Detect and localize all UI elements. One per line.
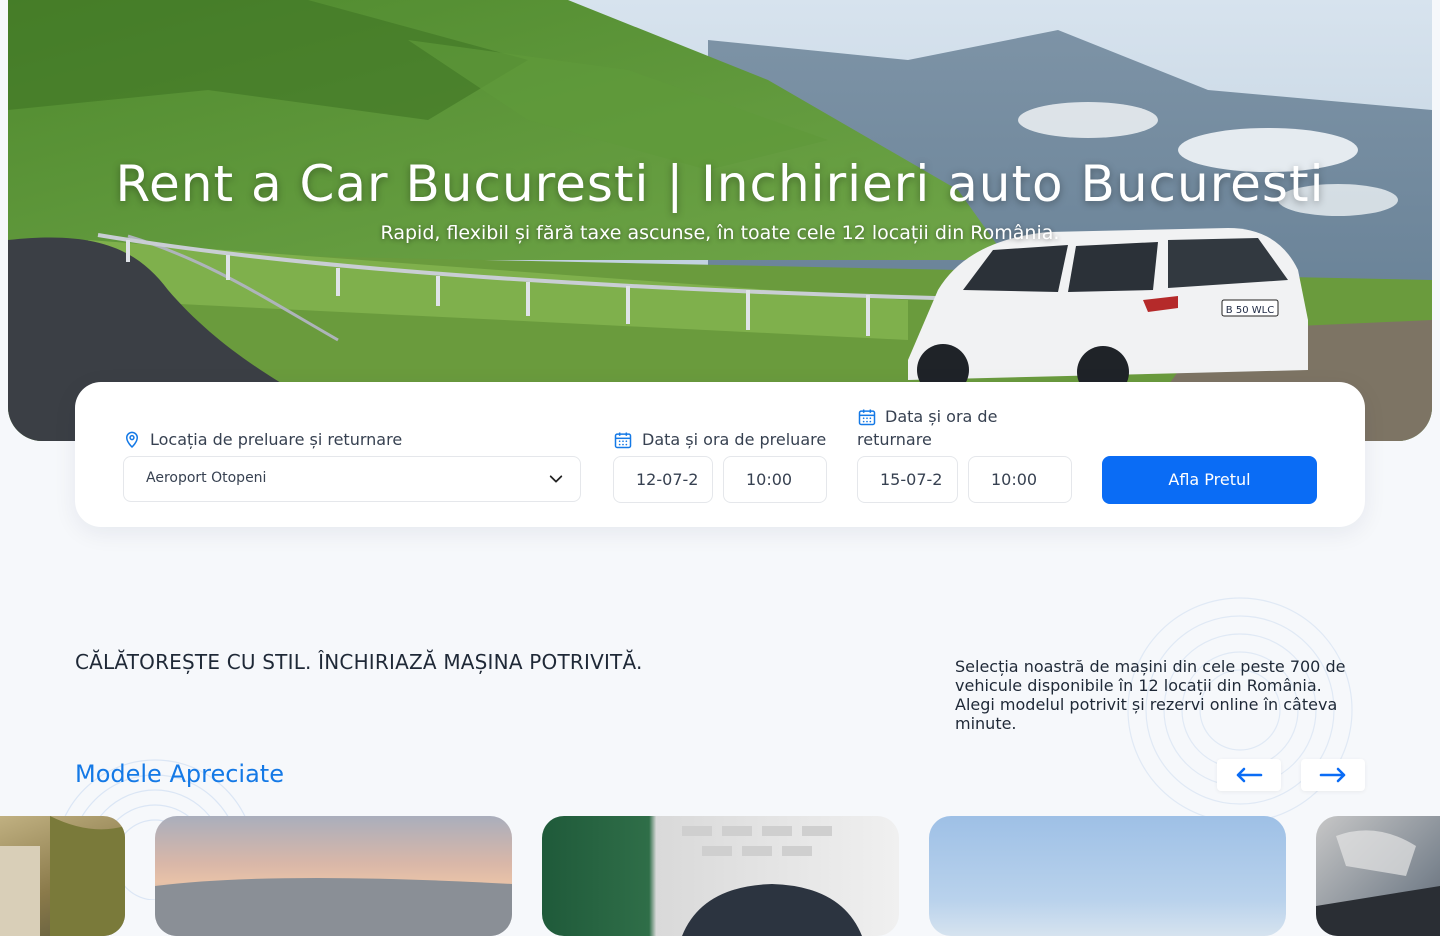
return-time-input[interactable]: 10:00 (968, 456, 1072, 503)
hero-subtitle: Rapid, flexibil și fără taxe ascunse, în… (380, 222, 1060, 244)
page-title: Rent a Car Bucuresti | Inchirieri auto B… (115, 155, 1325, 213)
carousel-prev-button[interactable] (1217, 759, 1281, 791)
car-card-image (1316, 830, 1440, 936)
get-price-button[interactable]: Afla Pretul (1102, 456, 1317, 504)
return-date-input[interactable]: 15-07-2 (857, 456, 958, 503)
car-card-image (155, 877, 512, 936)
car-card[interactable] (929, 816, 1286, 936)
pickup-field-label: Data și ora de preluare (613, 428, 826, 451)
pickup-label-text: Data și ora de preluare (642, 430, 827, 449)
map-pin-icon (125, 431, 139, 449)
location-field-label: Locația de preluare și returnare (123, 428, 402, 451)
carousel-next-button[interactable] (1301, 759, 1365, 791)
location-label-text: Locația de preluare și returnare (150, 430, 403, 449)
car-card[interactable] (155, 816, 512, 936)
car-card[interactable] (1316, 816, 1440, 936)
section-tagline: CĂLĂTOREȘTE CU STIL. ÎNCHIRIAZĂ MAȘINA P… (75, 650, 643, 674)
featured-models-title: Modele Apreciate (75, 760, 284, 788)
return-label-text: Data și ora de returnare (857, 407, 998, 449)
chevron-down-icon (549, 475, 563, 483)
car-card-image (682, 826, 862, 936)
section-description: Selecția noastră de mașini din cele pest… (955, 657, 1346, 733)
hero-banner: B 50 WLC Rent a Car Bucuresti | Inchirie… (8, 0, 1432, 441)
hero-background-image: B 50 WLC (8, 0, 1432, 441)
booking-search-form: Locația de preluare și returnare Aeropor… (75, 382, 1365, 527)
pickup-date-input[interactable]: 12-07-2 (613, 456, 713, 503)
car-card-image (0, 816, 125, 936)
arrow-right-icon (1319, 767, 1346, 783)
arrow-left-icon (1236, 767, 1263, 783)
location-select[interactable]: Aeroport Otopeni (123, 456, 581, 502)
license-plate: B 50 WLC (1226, 305, 1274, 316)
calendar-icon (614, 432, 632, 449)
car-card[interactable] (542, 816, 899, 936)
pickup-time-input[interactable]: 10:00 (723, 456, 827, 503)
car-card[interactable] (0, 816, 125, 936)
location-select-value: Aeroport Otopeni (146, 470, 267, 486)
